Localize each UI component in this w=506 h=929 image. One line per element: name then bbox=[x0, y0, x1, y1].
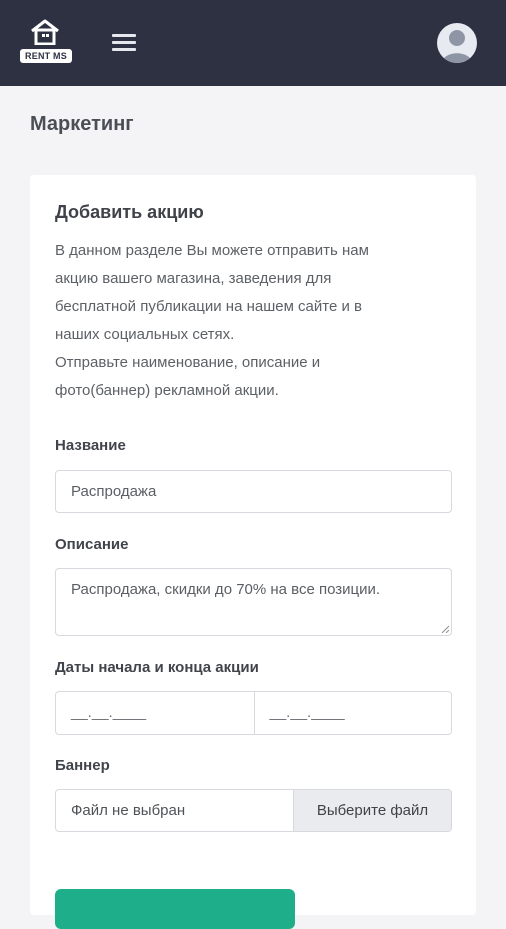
description-textarea[interactable]: Распродажа, скидки до 70% на все позиции… bbox=[55, 568, 452, 636]
card-title: Добавить акцию bbox=[55, 202, 204, 222]
house-icon bbox=[31, 19, 59, 45]
submit-button[interactable] bbox=[55, 889, 295, 929]
date-start-input[interactable]: __.__.____ bbox=[56, 692, 254, 734]
rent-ms-logo[interactable]: RENT MS bbox=[20, 19, 72, 65]
description-line: акцию вашего магазина, заведения для bbox=[55, 270, 332, 287]
top-navbar: RENT MS bbox=[0, 0, 506, 86]
description-line: Отправьте наименование, описание и bbox=[55, 354, 321, 371]
page-title: Маркетинг bbox=[30, 113, 134, 135]
banner-file-input[interactable]: Файл не выбран Выберите файл bbox=[55, 789, 452, 832]
description-label: Описание bbox=[55, 536, 129, 553]
name-label: Название bbox=[55, 437, 126, 454]
description-line: В данном разделе Вы можете отправить нам bbox=[55, 242, 369, 259]
resize-handle-icon[interactable] bbox=[441, 625, 449, 633]
hamburger-icon-bar bbox=[112, 48, 136, 51]
add-promotion-card: Добавить акцию В данном разделе Вы может… bbox=[30, 175, 476, 929]
hamburger-icon-bar bbox=[112, 34, 136, 37]
person-icon bbox=[442, 30, 472, 63]
description-value: Распродажа, скидки до 70% на все позиции… bbox=[71, 581, 381, 598]
hamburger-menu-button[interactable] bbox=[112, 34, 136, 52]
description-line: бесплатной публикации на нашем сайте и в bbox=[55, 298, 363, 315]
hamburger-icon-bar bbox=[112, 41, 136, 44]
user-avatar-icon[interactable] bbox=[437, 23, 477, 63]
date-end-input[interactable]: __.__.____ bbox=[253, 692, 452, 734]
date-range-group: __.__.____ __.__.____ bbox=[55, 691, 452, 735]
logo-text: RENT MS bbox=[20, 49, 72, 63]
description-line: наших социальных сетях. bbox=[55, 326, 235, 343]
dates-label: Даты начала и конца акции bbox=[55, 659, 259, 676]
choose-file-button[interactable]: Выберите файл bbox=[293, 790, 451, 831]
file-status-text[interactable]: Файл не выбран bbox=[56, 790, 293, 831]
description-line: фото(баннер) рекламной акции. bbox=[55, 382, 279, 399]
name-input[interactable] bbox=[55, 470, 452, 513]
banner-label: Баннер bbox=[55, 757, 110, 774]
card-description: В данном разделе Вы можете отправить нам… bbox=[55, 237, 435, 405]
